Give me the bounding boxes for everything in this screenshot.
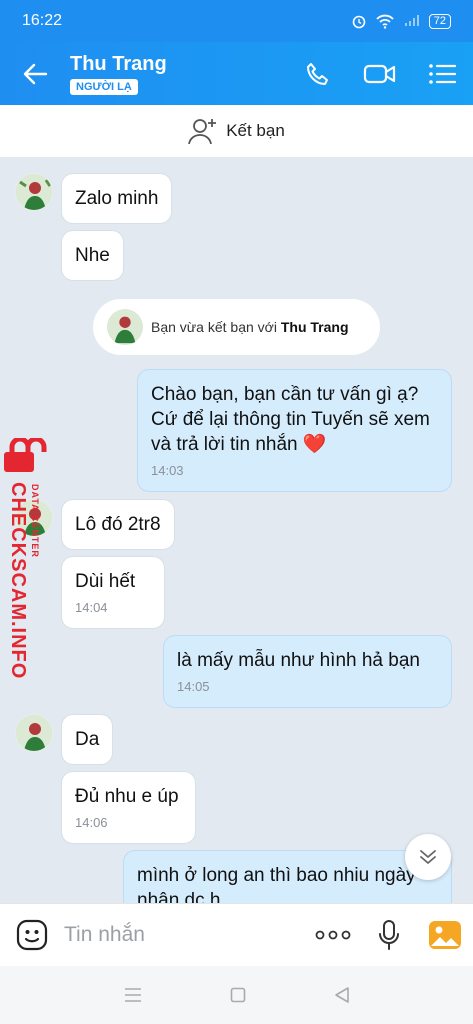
- signal-icon: [404, 15, 419, 26]
- message-text: Dùi hết: [75, 571, 136, 592]
- alarm-icon: [352, 15, 366, 29]
- status-icons: 72: [351, 13, 451, 29]
- message-text: Da: [75, 729, 100, 750]
- message-bubble-them[interactable]: Da: [61, 714, 114, 765]
- message-time: 14:04: [75, 600, 108, 615]
- message-bubble-them[interactable]: Lô đó 2tr8: [61, 499, 175, 550]
- call-button[interactable]: [287, 42, 349, 105]
- contact-name: Thu Trang: [70, 53, 167, 75]
- video-call-button[interactable]: [349, 42, 411, 105]
- message-text: Nhe: [75, 245, 110, 266]
- message-bubble-me[interactable]: mình ở long an thì bao nhiu ngày nhận dc…: [123, 850, 452, 903]
- message-time: 14:06: [75, 815, 108, 830]
- heart-emoji: ❤️: [302, 434, 327, 455]
- contact-avatar[interactable]: [15, 173, 53, 211]
- message-text: Chào bạn, bạn cần tư vấn gì ạ? Cứ để lại…: [151, 382, 438, 457]
- message-text: mình ở long an thì bao nhiu ngày nhận dc…: [137, 865, 416, 903]
- home-icon[interactable]: [230, 987, 246, 1003]
- video-camera-icon: [363, 64, 396, 83]
- back-arrow-icon: [23, 63, 48, 84]
- message-text: là mấy mẫu như hình hả bạn: [177, 650, 420, 671]
- message-text: Zalo minh: [75, 188, 159, 209]
- phone-icon: [307, 62, 328, 85]
- voice-button[interactable]: [361, 904, 417, 967]
- add-friend-label: Kết bạn: [226, 121, 285, 140]
- list-menu-icon: [429, 63, 456, 84]
- recent-apps-icon[interactable]: [124, 987, 142, 1003]
- message-time: 14:05: [177, 679, 210, 694]
- battery-indicator: 72: [428, 13, 451, 29]
- image-gallery-icon: [429, 921, 461, 949]
- more-options-button[interactable]: [305, 904, 361, 967]
- gallery-button[interactable]: [417, 904, 473, 967]
- sticker-face-icon: [16, 919, 48, 951]
- chat-area[interactable]: Zalo minh Nhe Bạn vừa kết bạn với Thu Tr…: [0, 157, 473, 903]
- notice-text: Bạn vừa kết bạn với Thu Trang: [151, 319, 349, 335]
- sticker-button[interactable]: [0, 904, 64, 967]
- message-bubble-me[interactable]: Chào bạn, bạn cần tư vấn gì ạ? Cứ để lại…: [137, 369, 452, 492]
- more-dots-icon: [315, 930, 351, 940]
- add-user-icon: [188, 119, 217, 145]
- status-time: 16:22: [22, 12, 63, 29]
- add-friend-button[interactable]: Kết bạn: [0, 105, 473, 157]
- back-nav-icon[interactable]: [334, 986, 350, 1004]
- message-text-body: Chào bạn, bạn cần tư vấn gì ạ? Cứ để lại…: [151, 384, 430, 455]
- watermark-brand: CHECKSCAM.INFO: [7, 482, 29, 680]
- contact-avatar[interactable]: [15, 714, 53, 752]
- menu-button[interactable]: [411, 42, 473, 105]
- message-bubble-them[interactable]: Đủ nhu e úp 14:06: [61, 771, 196, 844]
- microphone-icon: [379, 920, 399, 950]
- wifi-icon: [376, 14, 394, 29]
- watermark: CHECKSCAM.INFO DATA CENTER: [2, 438, 56, 679]
- status-bar: 16:22 72: [0, 0, 473, 42]
- contact-title[interactable]: Thu Trang NGƯỜI LẠ: [70, 52, 167, 95]
- message-text: Đủ nhu e úp: [75, 786, 179, 807]
- back-button[interactable]: [0, 42, 70, 105]
- message-bubble-them[interactable]: Zalo minh: [61, 173, 173, 224]
- message-input[interactable]: Tin nhắn: [64, 923, 145, 947]
- notice-prefix: Bạn vừa kết bạn với: [151, 319, 277, 335]
- message-bubble-them[interactable]: Nhe: [61, 230, 124, 281]
- chat-header: Thu Trang NGƯỜI LẠ: [0, 42, 473, 105]
- watermark-sub: DATA CENTER: [30, 484, 40, 558]
- lock-icon: [4, 438, 47, 472]
- scroll-to-bottom-button[interactable]: [405, 834, 451, 880]
- notice-avatar: [107, 309, 143, 345]
- message-input-bar: Tin nhắn: [0, 903, 473, 966]
- message-time: 14:03: [151, 463, 184, 478]
- message-bubble-them[interactable]: Dùi hết 14:04: [61, 556, 165, 629]
- message-text: Lô đó 2tr8: [75, 514, 161, 535]
- double-chevron-down-icon: [420, 850, 436, 864]
- stranger-badge: NGƯỜI LẠ: [70, 79, 138, 95]
- message-bubble-me[interactable]: là mấy mẫu như hình hả bạn 14:05: [163, 635, 452, 708]
- notice-name: Thu Trang: [280, 319, 349, 335]
- friend-added-notice: Bạn vừa kết bạn với Thu Trang: [93, 299, 380, 355]
- system-nav-bar: [0, 966, 473, 1024]
